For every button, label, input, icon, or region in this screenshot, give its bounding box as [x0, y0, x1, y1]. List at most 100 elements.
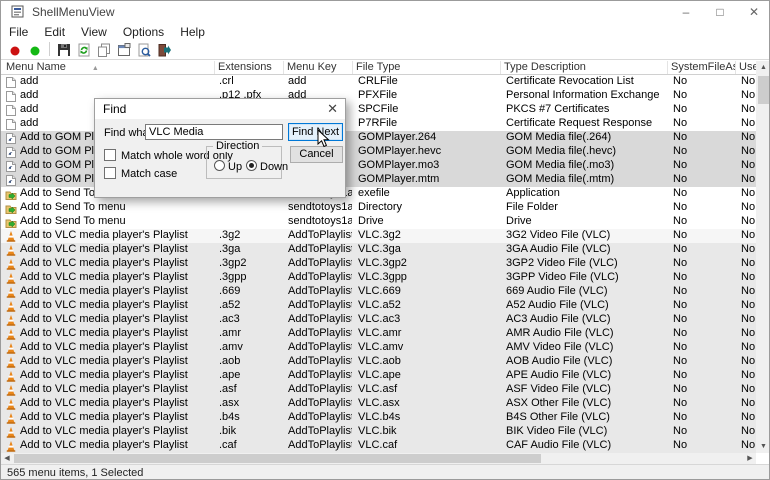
- cell-systemfileass: No: [673, 355, 735, 369]
- cell-user: No: [741, 299, 756, 313]
- direction-up-radio[interactable]: [214, 160, 225, 171]
- vlc-icon: [5, 300, 18, 312]
- column-header-user[interactable]: User: [737, 61, 756, 74]
- direction-down-radio[interactable]: [246, 160, 257, 171]
- cell-systemfileass: No: [673, 383, 735, 397]
- cell-menu-name: Add to VLC media player's Playlist: [20, 257, 213, 271]
- table-row[interactable]: Add to VLC media player's Playlist .ac3 …: [1, 313, 756, 327]
- cell-user: No: [741, 355, 756, 369]
- copy-icon[interactable]: [94, 41, 114, 58]
- table-row[interactable]: Add to VLC media player's Playlist .ape …: [1, 369, 756, 383]
- properties-icon[interactable]: [114, 41, 134, 58]
- cell-user: No: [741, 425, 756, 439]
- table-row[interactable]: Add to VLC media player's Playlist .caf …: [1, 439, 756, 453]
- cell-menu-key: AddToPlaylistV...: [288, 299, 352, 313]
- table-row[interactable]: Add to VLC media player's Playlist .3gpp…: [1, 271, 756, 285]
- vlc-icon: [5, 370, 18, 382]
- vertical-scrollbar[interactable]: ▲ ▼: [756, 61, 770, 453]
- scroll-left-icon[interactable]: ◀: [1, 453, 13, 464]
- cell-file-type: VLC.amv: [358, 341, 500, 355]
- table-row[interactable]: Add to VLC media player's Playlist .3ga …: [1, 243, 756, 257]
- table-row[interactable]: Add to VLC media player's Playlist .asf …: [1, 383, 756, 397]
- table-row[interactable]: Add to Send To menu sendtotoys1add Drive…: [1, 215, 756, 229]
- table-row[interactable]: Add to VLC media player's Playlist .a52 …: [1, 299, 756, 313]
- table-row[interactable]: Add to VLC media player's Playlist .amv …: [1, 341, 756, 355]
- refresh-icon[interactable]: [74, 41, 94, 58]
- column-header-systemfileass[interactable]: SystemFileAss...: [669, 61, 736, 74]
- cell-file-type: GOMPlayer.264: [358, 131, 500, 145]
- cell-menu-key: sendtotoys1add: [288, 215, 352, 229]
- cell-menu-key: AddToPlaylistV...: [288, 383, 352, 397]
- menu-options[interactable]: Options: [115, 23, 172, 41]
- minimize-button[interactable]: –: [669, 1, 703, 23]
- cell-menu-name: Add to Send To menu: [20, 201, 213, 215]
- table-row[interactable]: Add to VLC media player's Playlist .669 …: [1, 285, 756, 299]
- cell-user: No: [741, 397, 756, 411]
- table-row[interactable]: Add to VLC media player's Playlist .3gp2…: [1, 257, 756, 271]
- find-what-input[interactable]: [145, 124, 283, 140]
- cell-systemfileass: No: [673, 159, 735, 173]
- table-row[interactable]: add .crl add CRLFile Certificate Revocat…: [1, 75, 756, 89]
- match-whole-word-checkbox[interactable]: [104, 149, 116, 161]
- title-bar: ShellMenuView – □ ✕: [1, 1, 769, 23]
- cell-type-description: Certificate Request Response: [506, 117, 667, 131]
- record-green-icon[interactable]: [25, 41, 45, 58]
- cell-type-description: PKCS #7 Certificates: [506, 103, 667, 117]
- sendto-icon: [5, 188, 18, 200]
- horizontal-scroll-thumb[interactable]: [14, 454, 541, 463]
- cell-menu-name: Add to VLC media player's Playlist: [20, 425, 213, 439]
- cell-menu-key: AddToPlaylistV...: [288, 271, 352, 285]
- table-row[interactable]: Add to Send To menu sendtotoys1add Direc…: [1, 201, 756, 215]
- table-row[interactable]: Add to VLC media player's Playlist .asx …: [1, 397, 756, 411]
- cell-type-description: AC3 Audio File (VLC): [506, 313, 667, 327]
- column-header-menu-name[interactable]: Menu Name▲: [4, 61, 215, 74]
- match-case-checkbox[interactable]: [104, 167, 116, 179]
- menu-help[interactable]: Help: [172, 23, 213, 41]
- save-icon[interactable]: [54, 41, 74, 58]
- find-icon[interactable]: [134, 41, 154, 58]
- cell-type-description: GOM Media file(.264): [506, 131, 667, 145]
- cell-systemfileass: No: [673, 131, 735, 145]
- vlc-icon: [5, 356, 18, 368]
- table-row[interactable]: Add to VLC media player's Playlist .amr …: [1, 327, 756, 341]
- scroll-up-icon[interactable]: ▲: [756, 61, 770, 74]
- cell-menu-name: Add to VLC media player's Playlist: [20, 285, 213, 299]
- toolbar: [1, 41, 769, 60]
- cell-extensions: .asx: [219, 397, 283, 411]
- cell-file-type: VLC.ac3: [358, 313, 500, 327]
- column-header-file-type[interactable]: File Type: [354, 61, 501, 74]
- scroll-down-icon[interactable]: ▼: [756, 440, 770, 453]
- table-row[interactable]: Add to VLC media player's Playlist .b4s …: [1, 411, 756, 425]
- cell-user: No: [741, 271, 756, 285]
- scroll-right-icon[interactable]: ▶: [744, 453, 756, 464]
- cell-user: No: [741, 243, 756, 257]
- cell-file-type: Drive: [358, 215, 500, 229]
- menu-edit[interactable]: Edit: [36, 23, 73, 41]
- cell-file-type: PFXFile: [358, 89, 500, 103]
- find-next-button[interactable]: Find Next: [288, 123, 343, 141]
- cell-menu-key: AddToPlaylistV...: [288, 425, 352, 439]
- menu-file[interactable]: File: [1, 23, 36, 41]
- column-header-extensions[interactable]: Extensions: [216, 61, 284, 74]
- menu-view[interactable]: View: [73, 23, 115, 41]
- column-header-menu-key[interactable]: Menu Key: [285, 61, 353, 74]
- cell-extensions: .bik: [219, 425, 283, 439]
- find-dialog-title-bar[interactable]: Find ✕: [95, 99, 345, 119]
- close-button[interactable]: ✕: [737, 1, 770, 23]
- cell-type-description: AMV Video File (VLC): [506, 341, 667, 355]
- maximize-button[interactable]: □: [703, 1, 737, 23]
- horizontal-scrollbar[interactable]: ◀ ▶: [1, 453, 756, 464]
- column-header-type-description[interactable]: Type Description: [502, 61, 668, 74]
- exit-icon[interactable]: [154, 41, 174, 58]
- find-dialog-close-icon[interactable]: ✕: [327, 101, 338, 117]
- app-window: ShellMenuView – □ ✕ FileEditViewOptionsH…: [0, 0, 770, 480]
- cell-type-description: File Folder: [506, 201, 667, 215]
- cell-type-description: A52 Audio File (VLC): [506, 299, 667, 313]
- record-red-icon[interactable]: [5, 41, 25, 58]
- table-row[interactable]: Add to VLC media player's Playlist .bik …: [1, 425, 756, 439]
- vertical-scroll-thumb[interactable]: [758, 76, 769, 104]
- table-row[interactable]: Add to VLC media player's Playlist .3g2 …: [1, 229, 756, 243]
- table-row[interactable]: Add to VLC media player's Playlist .aob …: [1, 355, 756, 369]
- direction-down-label: Down: [260, 161, 288, 173]
- cell-extensions: .3gp2: [219, 257, 283, 271]
